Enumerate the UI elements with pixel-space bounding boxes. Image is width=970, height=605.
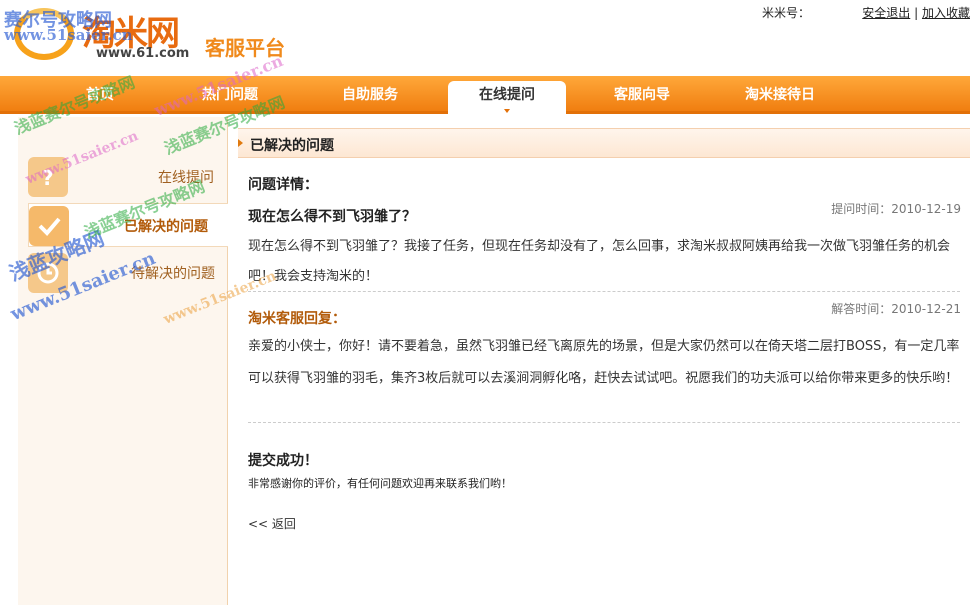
divider	[248, 291, 960, 292]
nav-reception-day[interactable]: 淘米接待日	[725, 76, 835, 114]
section-title: 已解决的问题	[250, 138, 334, 154]
answer-title: 淘米客服回复：	[248, 311, 346, 327]
logo-emblem-icon	[14, 8, 74, 60]
top-link-group: 安全退出 | 加入收藏	[862, 4, 970, 21]
bookmark-link[interactable]: 加入收藏	[922, 6, 970, 20]
sidebar-item-pending[interactable]: 待解决的问题	[28, 251, 228, 295]
svg-text:?: ?	[42, 166, 54, 189]
sidebar-item-resolved[interactable]: 已解决的问题	[28, 203, 228, 247]
arrow-right-icon	[238, 139, 243, 147]
main-content: 已解决的问题 问题详情： 提问时间：2010-12-19 现在怎么得不到飞羽雏了…	[238, 128, 970, 605]
link-separator: |	[914, 6, 919, 20]
clock-icon	[28, 253, 68, 293]
sidebar-item-label: 待解决的问题	[131, 266, 215, 282]
success-title: 提交成功！	[248, 453, 318, 469]
main-nav: 首页 热门问题 自助服务 在线提问 客服向导 淘米接待日	[0, 76, 970, 117]
sidebar-item-online-ask[interactable]: ? 在线提问	[28, 155, 228, 199]
logo-url: www.61.com	[96, 46, 190, 61]
question-icon: ?	[28, 157, 68, 197]
account-label: 米米号：	[761, 6, 810, 20]
page-header: 淘米网 www.61.com 客服平台 米米号： 安全退出 | 加入收藏	[0, 0, 970, 76]
nav-hot-questions[interactable]: 热门问题	[180, 76, 280, 114]
answer-body: 亲爱的小侠士，你好！请不要着急，虽然飞羽雏已经飞离原先的场景，但是大家仍然可以在…	[248, 339, 960, 386]
question-title: 现在怎么得不到飞羽雏了？	[248, 209, 416, 225]
nav-home[interactable]: 首页	[60, 76, 140, 114]
back-link[interactable]: << 返回	[248, 515, 296, 532]
divider	[248, 422, 960, 423]
nav-self-service[interactable]: 自助服务	[320, 76, 420, 114]
question-body: 现在怎么得不到飞羽雏了？我接了任务，但现在任务却没有了，怎么回事，求淘米叔叔阿姨…	[248, 239, 951, 284]
logout-link[interactable]: 安全退出	[862, 6, 910, 20]
check-icon	[29, 206, 69, 246]
nav-service-guide[interactable]: 客服向导	[592, 76, 692, 114]
question-time: 提问时间：2010-12-19	[831, 202, 961, 216]
sidebar-item-label: 已解决的问题	[124, 219, 208, 235]
nav-online-ask[interactable]: 在线提问	[448, 81, 566, 117]
answer-time: 解答时间：2010-12-21	[831, 302, 961, 316]
detail-label: 问题详情：	[248, 177, 318, 193]
logo-subtitle: 客服平台	[205, 36, 285, 60]
sidebar: ? 在线提问 已解决的问题 待解决的问题	[18, 117, 228, 605]
section-header: 已解决的问题	[238, 128, 970, 158]
sidebar-item-label: 在线提问	[158, 170, 214, 186]
success-message: 非常感谢你的评价，有任何问题欢迎再来联系我们哟！	[248, 477, 512, 490]
